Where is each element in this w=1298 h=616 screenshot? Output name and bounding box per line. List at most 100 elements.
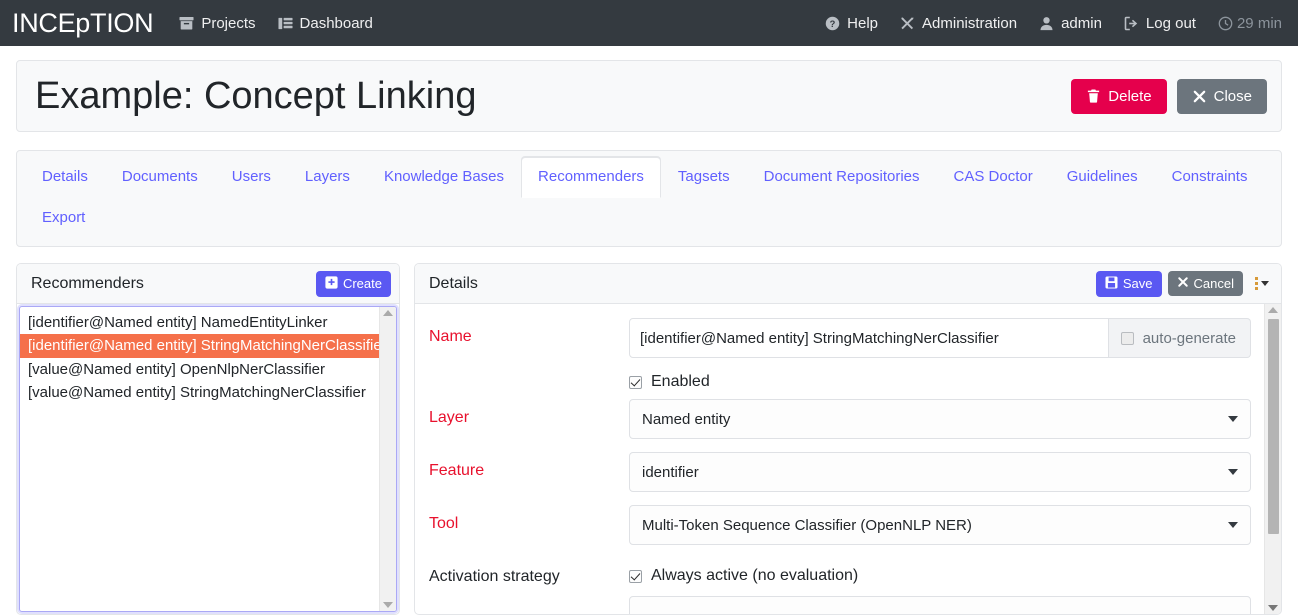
scroll-down-arrow-icon[interactable]	[1268, 605, 1278, 611]
nav-link-dashboard[interactable]: Dashboard	[278, 15, 373, 32]
layer-control: Named entity	[629, 399, 1251, 439]
tab-cas-doctor[interactable]: CAS Doctor	[937, 157, 1050, 198]
enabled-check-line[interactable]: Enabled	[629, 371, 1251, 393]
tab-details[interactable]: Details	[25, 157, 105, 198]
scroll-up-arrow-icon[interactable]	[1268, 307, 1278, 313]
details-scroll-thumb[interactable]	[1268, 319, 1279, 534]
tab-export[interactable]: Export	[25, 198, 102, 239]
create-recommender-button[interactable]: Create	[316, 271, 391, 297]
session-timer-label: 29 min	[1237, 15, 1282, 32]
sign-out-icon	[1124, 16, 1139, 31]
tab-constraints[interactable]: Constraints	[1155, 157, 1265, 198]
name-control: auto-generate	[629, 318, 1251, 358]
svg-text:?: ?	[830, 18, 836, 28]
form-row-feature: Feature identifier	[429, 452, 1251, 492]
page-title: Example: Concept Linking	[35, 77, 476, 115]
chevron-down-icon	[1261, 281, 1269, 286]
tab-documents[interactable]: Documents	[105, 157, 215, 198]
nav-link-administration[interactable]: Administration	[900, 15, 1017, 32]
enabled-checkbox[interactable]	[629, 376, 642, 389]
feature-label: Feature	[429, 452, 629, 480]
tab-recommenders[interactable]: Recommenders	[521, 157, 661, 198]
top-navbar: INCEpTION Projects Dashboar	[0, 0, 1298, 46]
details-form: Name auto-generate	[415, 304, 1281, 614]
enabled-control: Enabled	[629, 371, 1251, 393]
layer-select[interactable]: Named entity	[629, 399, 1251, 439]
recommenders-list-scrollbar[interactable]	[379, 307, 396, 611]
nav-link-user-label: admin	[1061, 15, 1102, 32]
recommenders-panel-actions: Create	[316, 271, 391, 297]
save-button[interactable]: Save	[1096, 271, 1162, 297]
form-row-enabled: Enabled	[429, 371, 1251, 393]
name-label: Name	[429, 318, 629, 346]
details-panel: Details Save	[414, 263, 1282, 615]
scroll-down-arrow-icon[interactable]	[383, 602, 393, 608]
header-actions: Delete Close	[1071, 79, 1267, 114]
next-control-spacer	[429, 596, 629, 605]
trash-icon	[1086, 88, 1101, 104]
tab-layers[interactable]: Layers	[288, 157, 367, 198]
tab-knowledge-bases[interactable]: Knowledge Bases	[367, 157, 521, 198]
nav-link-projects-label: Projects	[201, 15, 255, 32]
nav-link-logout[interactable]: Log out	[1124, 15, 1196, 32]
project-header: Example: Concept Linking Delete Close	[16, 60, 1282, 132]
tab-tagsets[interactable]: Tagsets	[661, 157, 747, 198]
details-panel-header: Details Save	[415, 264, 1281, 304]
activation-strategy-label: Activation strategy	[429, 558, 629, 586]
navbar-right-links: ? Help Administration	[825, 15, 1286, 32]
auto-generate-addon[interactable]: auto-generate	[1109, 318, 1251, 358]
archive-box-icon	[179, 16, 194, 31]
name-input[interactable]	[629, 318, 1109, 358]
cancel-button[interactable]: Cancel	[1168, 271, 1243, 296]
nav-link-user[interactable]: admin	[1039, 15, 1102, 32]
form-row-tool: Tool Multi-Token Sequence Classifier (Op…	[429, 505, 1251, 545]
navbar-left-links: Projects Dashboard	[179, 15, 373, 32]
create-recommender-label: Create	[343, 276, 382, 291]
recommenders-panel-title: Recommenders	[31, 275, 144, 293]
page-body: Example: Concept Linking Delete Close	[0, 60, 1298, 615]
app-brand[interactable]: INCEpTION	[12, 8, 153, 39]
tab-document-repositories[interactable]: Document Repositories	[747, 157, 937, 198]
tool-control: Multi-Token Sequence Classifier (OpenNLP…	[629, 505, 1251, 545]
plus-square-icon	[325, 276, 338, 292]
name-input-group: auto-generate	[629, 318, 1251, 358]
layer-label: Layer	[429, 399, 629, 427]
times-icon	[1177, 276, 1189, 291]
details-overflow-menu-button[interactable]	[1249, 275, 1273, 292]
save-button-label: Save	[1123, 276, 1153, 291]
tool-select[interactable]: Multi-Token Sequence Classifier (OpenNLP…	[629, 505, 1251, 545]
enabled-spacer	[429, 371, 629, 380]
form-row-layer: Layer Named entity	[429, 399, 1251, 439]
chevron-down-icon	[1228, 522, 1238, 528]
tab-users[interactable]: Users	[215, 157, 288, 198]
nav-link-projects[interactable]: Projects	[179, 15, 255, 32]
scroll-up-arrow-icon[interactable]	[383, 310, 393, 316]
tab-guidelines[interactable]: Guidelines	[1050, 157, 1155, 198]
delete-button[interactable]: Delete	[1071, 79, 1166, 114]
form-row-next-partial	[429, 596, 1251, 614]
close-button[interactable]: Close	[1177, 79, 1267, 114]
recommenders-list: [identifier@Named entity] NamedEntityLin…	[20, 307, 396, 404]
auto-generate-checkbox[interactable]	[1121, 332, 1134, 345]
nav-link-help[interactable]: ? Help	[825, 15, 878, 32]
details-panel-actions: Save Cancel	[1096, 271, 1273, 297]
nav-link-logout-label: Log out	[1146, 15, 1196, 32]
next-select-partial[interactable]	[629, 596, 1251, 614]
always-active-check-line[interactable]: Always active (no evaluation)	[629, 558, 1251, 588]
always-active-checkbox[interactable]	[629, 570, 642, 583]
vertical-ellipsis-icon	[1255, 277, 1258, 290]
always-active-label: Always active (no evaluation)	[651, 567, 858, 585]
feature-select-value: identifier	[642, 464, 699, 481]
question-circle-icon: ?	[825, 16, 840, 31]
enabled-label: Enabled	[651, 373, 710, 391]
chevron-down-icon	[1228, 469, 1238, 475]
times-icon	[1192, 89, 1207, 104]
list-item[interactable]: [value@Named entity] StringMatchingNerCl…	[20, 381, 396, 404]
feature-select[interactable]: identifier	[629, 452, 1251, 492]
details-scrollbar[interactable]	[1264, 304, 1281, 614]
nav-link-administration-label: Administration	[922, 15, 1017, 32]
list-item[interactable]: [identifier@Named entity] StringMatching…	[20, 334, 396, 357]
list-item[interactable]: [identifier@Named entity] NamedEntityLin…	[20, 311, 396, 334]
list-item[interactable]: [value@Named entity] OpenNlpNerClassifie…	[20, 358, 396, 381]
recommenders-listbox[interactable]: [identifier@Named entity] NamedEntityLin…	[19, 306, 397, 612]
